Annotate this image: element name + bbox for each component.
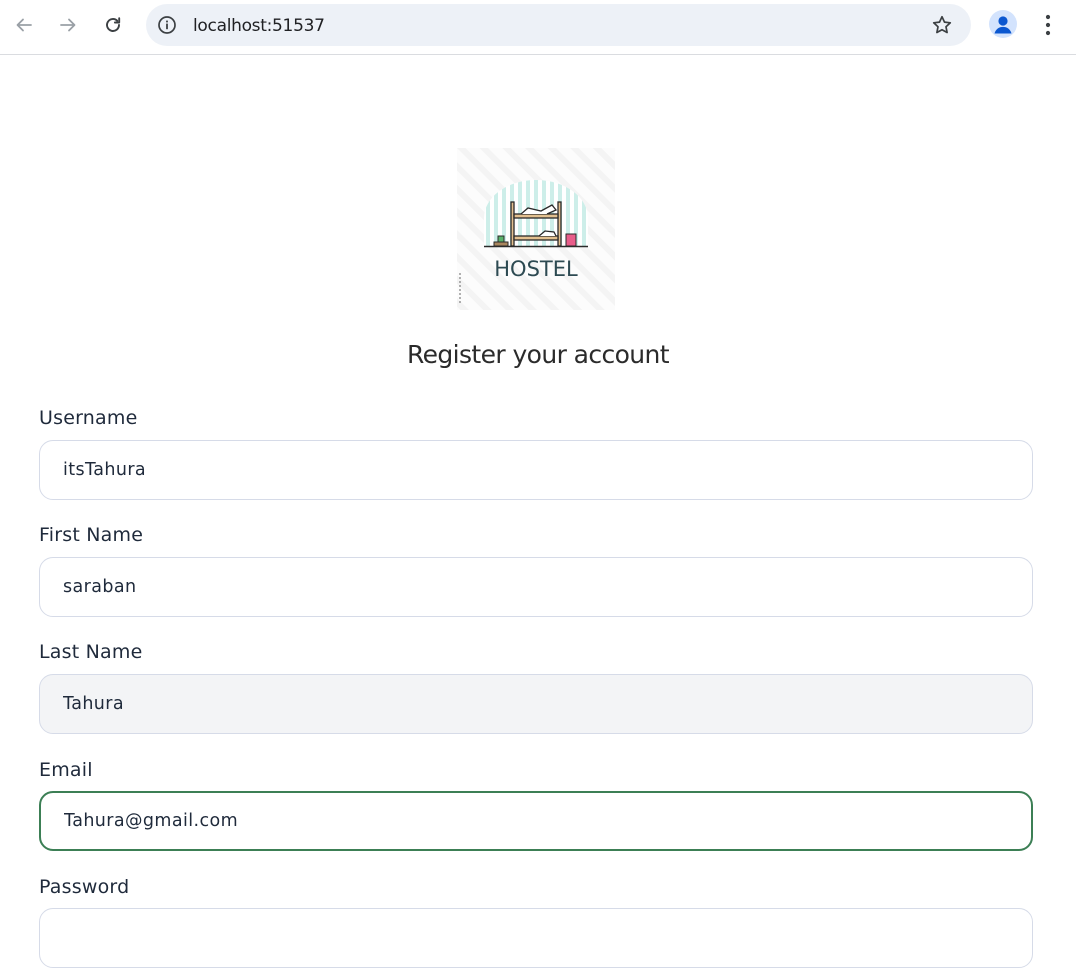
password-input[interactable] (39, 908, 1033, 968)
username-input[interactable] (39, 440, 1033, 500)
forward-arrow-icon[interactable] (51, 8, 85, 42)
first-name-label: First Name (39, 524, 144, 546)
address-bar-url: localhost:51537 (193, 16, 325, 36)
bookmark-star-icon[interactable] (931, 14, 953, 36)
email-label: Email (39, 759, 93, 781)
hostel-logo: HOSTEL (457, 148, 615, 310)
page-title: Register your account (406, 340, 670, 369)
back-arrow-icon[interactable] (7, 8, 41, 42)
last-name-input[interactable] (39, 674, 1033, 734)
profile-icon[interactable] (989, 10, 1017, 38)
username-label: Username (39, 407, 138, 429)
logo-text: HOSTEL (494, 257, 578, 281)
browser-toolbar: localhost:51537 (0, 0, 1076, 55)
password-label: Password (39, 876, 130, 898)
address-bar[interactable]: localhost:51537 (146, 4, 971, 46)
last-name-label: Last Name (39, 641, 143, 663)
site-info-icon[interactable] (156, 14, 178, 36)
first-name-input[interactable] (39, 557, 1033, 617)
reload-icon[interactable] (96, 8, 130, 42)
more-menu-icon[interactable] (1036, 10, 1060, 40)
email-input[interactable] (39, 791, 1033, 851)
